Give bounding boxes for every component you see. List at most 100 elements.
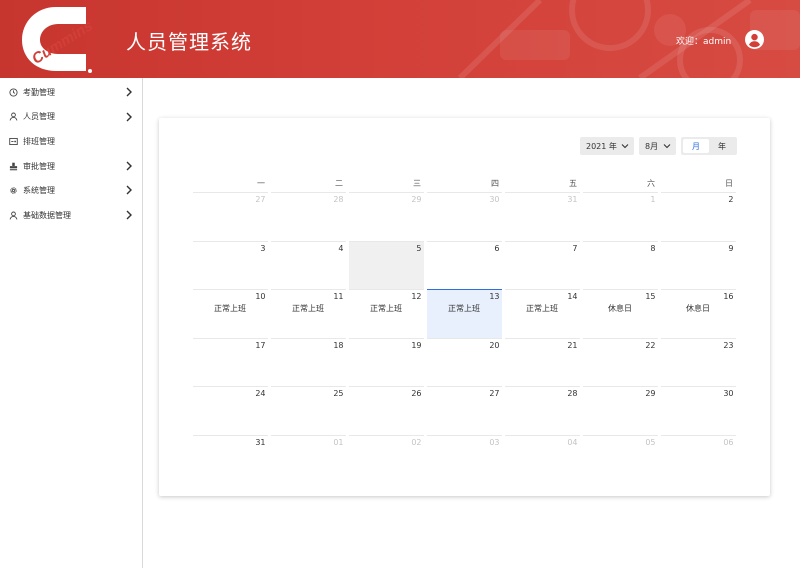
- day-number: 4: [338, 243, 344, 253]
- calendar-day-cell[interactable]: 20: [426, 337, 502, 387]
- day-number: 27: [489, 389, 500, 399]
- calendar-day-cell-selected[interactable]: 13 正常上班: [426, 289, 502, 338]
- sidebar-item-label: 排班管理: [23, 136, 55, 146]
- schedule-icon: [9, 137, 18, 145]
- sidebar-item-label: 人员管理: [23, 112, 55, 122]
- calendar-day-cell[interactable]: 4: [270, 240, 346, 290]
- calendar-day-cell[interactable]: 01: [270, 434, 346, 484]
- calendar-day-cell[interactable]: 3: [192, 240, 268, 290]
- day-number: 31: [255, 437, 266, 447]
- calendar-day-cell[interactable]: 2: [660, 192, 736, 241]
- calendar: 一二三四五六日 27 28 29 30 31 1 2 3 4 5 6 7 8 9 10 正常上班 11 正常上班 1…: [191, 176, 737, 476]
- calendar-day-cell[interactable]: 11 正常上班: [270, 289, 346, 338]
- day-number: 8: [650, 243, 656, 253]
- calendar-day-cell[interactable]: 29: [582, 386, 658, 435]
- sidebar-item-scheduling[interactable]: 排班管理: [0, 129, 142, 154]
- day-number: 20: [489, 340, 500, 350]
- weekday-label: 三: [413, 179, 421, 188]
- year-select[interactable]: 2021 年: [580, 137, 634, 155]
- day-number: 14: [567, 292, 578, 302]
- calendar-day-cell[interactable]: 29: [348, 192, 424, 241]
- day-schedule-label: 正常上班: [448, 304, 480, 314]
- calendar-day-cell[interactable]: 21: [504, 337, 580, 387]
- calendar-day-cell[interactable]: 24: [192, 386, 268, 435]
- sidebar-item-label: 系统管理: [23, 186, 55, 196]
- day-number: 31: [567, 195, 578, 204]
- sidebar-item-label: 考勤管理: [23, 87, 55, 97]
- calendar-day-cell[interactable]: 14 正常上班: [504, 289, 580, 338]
- calendar-day-cell[interactable]: 9: [660, 240, 736, 290]
- calendar-day-cell[interactable]: 23: [660, 337, 736, 387]
- calendar-day-cell[interactable]: 6: [426, 240, 502, 290]
- clock-icon: [9, 88, 18, 97]
- sidebar-item-basic-data[interactable]: 基础数据管理: [0, 203, 142, 228]
- calendar-day-cell[interactable]: 15 休息日: [582, 289, 658, 338]
- weekday-label: 六: [647, 179, 655, 188]
- chevron-right-icon: [126, 185, 132, 195]
- calendar-day-cell[interactable]: 30: [426, 192, 502, 241]
- calendar-day-cell[interactable]: 17: [192, 337, 268, 387]
- calendar-day-cell[interactable]: 27: [426, 386, 502, 435]
- calendar-week-row: 24 25 26 27 28 29 30: [191, 386, 737, 435]
- year-mode-button[interactable]: 年: [709, 139, 735, 153]
- calendar-day-cell[interactable]: 31: [504, 192, 580, 241]
- calendar-day-cell[interactable]: 03: [426, 434, 502, 484]
- calendar-week-row: 27 28 29 30 31 1 2: [191, 192, 737, 241]
- day-schedule-label: 正常上班: [370, 304, 402, 314]
- weekday-label: 日: [725, 179, 733, 188]
- cummins-logo: Cummins: [22, 7, 94, 73]
- calendar-day-cell[interactable]: 30: [660, 386, 736, 435]
- month-select[interactable]: 8月: [639, 137, 676, 155]
- sidebar-item-approval[interactable]: 审批管理: [0, 154, 142, 179]
- calendar-day-cell[interactable]: 04: [504, 434, 580, 484]
- calendar-day-cell[interactable]: 31: [192, 434, 268, 484]
- calendar-day-cell[interactable]: 27: [192, 192, 268, 241]
- calendar-day-cell[interactable]: 28: [504, 386, 580, 435]
- gear-icon: [10, 187, 17, 194]
- day-number: 28: [567, 389, 578, 399]
- sidebar-item-label: 基础数据管理: [23, 210, 71, 220]
- calendar-day-cell[interactable]: 02: [348, 434, 424, 484]
- day-number: 25: [333, 389, 344, 399]
- day-schedule-label: 正常上班: [526, 304, 558, 314]
- stamp-icon: [9, 162, 18, 170]
- calendar-day-cell[interactable]: 7: [504, 240, 580, 290]
- app-header: Cummins 人员管理系统 欢迎：admin: [0, 0, 800, 78]
- chevron-right-icon: [126, 210, 132, 220]
- weekday-label: 一: [257, 179, 265, 188]
- month-mode-button[interactable]: 月: [683, 139, 709, 153]
- day-number: 30: [489, 195, 500, 204]
- calendar-week-row: 31 01 02 03 04 05 06: [191, 434, 737, 484]
- calendar-day-cell[interactable]: 25: [270, 386, 346, 435]
- main-content: 2021 年 8月 月 年 一二三四五六日 27 28 29 30 31 1 2 3 4 5 6 7 8…: [144, 78, 800, 568]
- chevron-right-icon: [126, 87, 132, 97]
- weekday-label: 五: [569, 179, 577, 188]
- day-schedule-label: 休息日: [686, 304, 710, 314]
- calendar-day-cell[interactable]: 28: [270, 192, 346, 241]
- calendar-day-cell[interactable]: 10 正常上班: [192, 289, 268, 338]
- calendar-day-cell[interactable]: 12 正常上班: [348, 289, 424, 338]
- sidebar-item-personnel[interactable]: 人员管理: [0, 105, 142, 130]
- calendar-day-cell[interactable]: 5: [348, 240, 424, 290]
- day-number: 6: [494, 243, 500, 253]
- sidebar-item-attendance[interactable]: 考勤管理: [0, 80, 142, 105]
- calendar-day-cell[interactable]: 8: [582, 240, 658, 290]
- calendar-day-cell[interactable]: 06: [660, 434, 736, 484]
- day-number: 29: [645, 389, 656, 399]
- calendar-day-cell[interactable]: 22: [582, 337, 658, 387]
- chevron-down-icon: [663, 144, 671, 149]
- calendar-day-cell[interactable]: 19: [348, 337, 424, 387]
- day-number: 22: [645, 340, 656, 350]
- account-circle-icon[interactable]: [745, 30, 764, 49]
- chevron-down-icon: [621, 144, 629, 149]
- calendar-day-cell[interactable]: 1: [582, 192, 658, 241]
- sidebar-item-system[interactable]: 系统管理: [0, 178, 142, 203]
- day-schedule-label: 正常上班: [292, 304, 324, 314]
- calendar-day-cell[interactable]: 18: [270, 337, 346, 387]
- view-mode-toggle: 月 年: [681, 137, 737, 155]
- calendar-day-cell[interactable]: 05: [582, 434, 658, 484]
- user-icon: [9, 211, 18, 220]
- calendar-day-cell[interactable]: 16 休息日: [660, 289, 736, 338]
- calendar-week-row: 3 4 5 6 7 8 9: [191, 240, 737, 290]
- calendar-day-cell[interactable]: 26: [348, 386, 424, 435]
